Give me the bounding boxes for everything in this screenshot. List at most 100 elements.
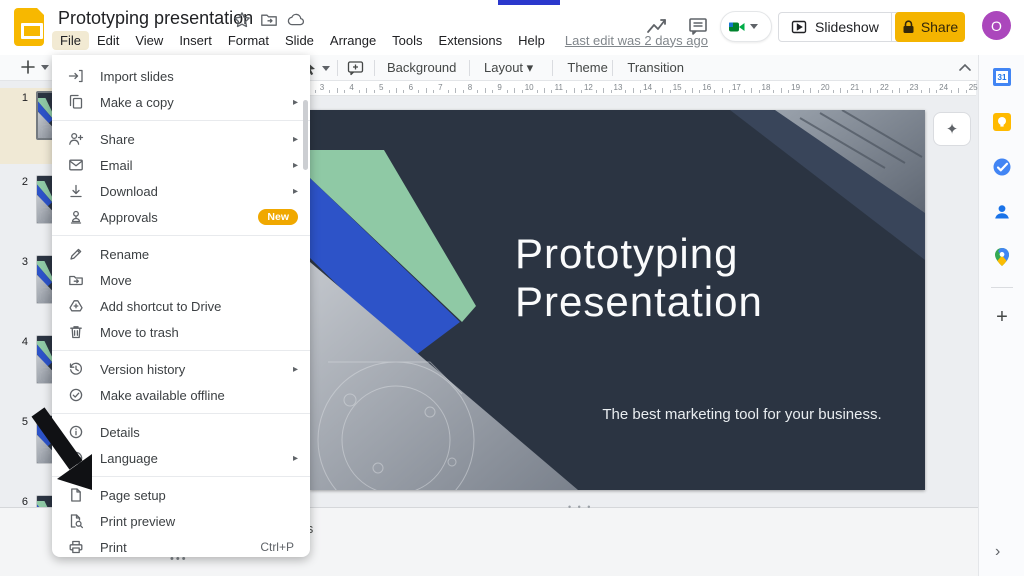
keep-panel-icon[interactable]	[992, 112, 1012, 132]
menu-item-make-available-offline[interactable]: Make available offline	[52, 382, 310, 408]
move-icon	[68, 272, 84, 288]
ruler-tick	[418, 90, 419, 93]
menu-item-rename[interactable]: Rename	[52, 241, 310, 267]
ruler-tick	[929, 88, 930, 93]
menu-item-download[interactable]: Download ▸	[52, 178, 310, 204]
menubar-item-edit[interactable]: Edit	[89, 31, 127, 50]
slide-number: 1	[14, 92, 28, 104]
toolbar-button-background[interactable]: Background	[381, 58, 462, 77]
ruler-tick	[966, 90, 967, 93]
offline-icon	[68, 387, 84, 403]
ruler-tick	[596, 90, 597, 93]
ruler-tick	[847, 90, 848, 93]
toolbar-button-layout[interactable]: Layout ▾	[478, 58, 539, 78]
menubar-item-insert[interactable]: Insert	[171, 31, 220, 50]
slide-canvas[interactable]: Prototyping Presentation The best market…	[310, 110, 925, 490]
menu-item-import-slides[interactable]: Import slides	[52, 63, 310, 89]
menu-item-approvals[interactable]: ApprovalsNew	[52, 204, 310, 230]
ruler-tick	[714, 90, 715, 93]
menubar-item-arrange[interactable]: Arrange	[322, 31, 384, 50]
get-addons-button[interactable]: +	[992, 307, 1012, 327]
toolbar-button-theme[interactable]: Theme	[561, 58, 613, 77]
menu-item-print[interactable]: PrintCtrl+P	[52, 534, 310, 557]
menu-item-label: Page setup	[100, 488, 166, 503]
ruler-number: 10	[525, 83, 534, 92]
ruler-tick	[810, 88, 811, 93]
menu-separator	[52, 120, 310, 121]
contacts-panel-icon[interactable]	[992, 202, 1012, 222]
sparkle-assist-button[interactable]: ✦	[933, 112, 971, 146]
meet-icon	[728, 18, 746, 36]
menu-item-move[interactable]: Move	[52, 267, 310, 293]
slideshow-play-icon	[791, 19, 807, 35]
ruler-number: 3	[320, 83, 324, 92]
import-slides-icon	[68, 68, 84, 84]
menubar-item-extensions[interactable]: Extensions	[431, 31, 511, 50]
new-badge: New	[258, 209, 298, 225]
slides-logo-icon[interactable]	[14, 8, 44, 46]
new-slide-caret-icon[interactable]	[41, 65, 49, 70]
slides-app-window: Prototyping presentation FileEditViewIns…	[0, 0, 1024, 576]
ruler-number: 22	[880, 83, 889, 92]
tasks-panel-icon[interactable]	[992, 157, 1012, 177]
menubar-item-view[interactable]: View	[127, 31, 171, 50]
activity-trend-icon[interactable]	[645, 14, 669, 38]
add-comment-icon[interactable]	[347, 60, 364, 76]
toolbar-button-transition[interactable]: Transition	[621, 58, 690, 77]
menu-item-label: Download	[100, 184, 158, 199]
cloud-status-icon[interactable]	[287, 11, 305, 29]
menu-item-make-a-copy[interactable]: Make a copy▸	[52, 89, 310, 115]
collapse-toolbar-icon[interactable]	[958, 62, 972, 74]
menubar-item-tools[interactable]: Tools	[384, 31, 430, 50]
menubar-item-format[interactable]: Format	[220, 31, 277, 50]
ruler-tick	[344, 90, 345, 93]
menubar-item-help[interactable]: Help	[510, 31, 553, 50]
ruler-tick	[862, 90, 863, 93]
comment-history-icon[interactable]	[687, 15, 709, 37]
toolbar-separator	[552, 60, 553, 76]
star-icon[interactable]	[233, 11, 251, 29]
ruler-number: 6	[409, 83, 413, 92]
menu-item-version-history[interactable]: Version history▸	[52, 356, 310, 382]
ruler-tick	[958, 88, 959, 93]
maps-panel-icon[interactable]	[992, 247, 1012, 267]
slide-number: 4	[14, 336, 28, 348]
menu-item-share[interactable]: Share▸	[52, 126, 310, 152]
meet-call-button[interactable]	[720, 11, 772, 42]
ruler-tick	[907, 90, 908, 93]
menu-item-label: Add shortcut to Drive	[100, 299, 221, 314]
submenu-arrow-icon: ▸	[293, 160, 298, 171]
svg-text:Prototyping: Prototyping	[515, 230, 738, 277]
ruler-tick	[833, 90, 834, 93]
move-folder-icon[interactable]	[260, 11, 278, 29]
account-avatar[interactable]: O	[982, 11, 1011, 40]
select-tool-caret-icon[interactable]	[322, 66, 330, 71]
calendar-panel-icon[interactable]: 31	[992, 67, 1012, 87]
document-title[interactable]: Prototyping presentation	[58, 8, 253, 29]
menu-item-print-preview[interactable]: Print preview	[52, 508, 310, 534]
ruler-tick	[788, 90, 789, 93]
menu-item-add-shortcut-to-drive[interactable]: Add shortcut to Drive	[52, 293, 310, 319]
ruler-tick	[840, 88, 841, 93]
ruler-tick	[477, 90, 478, 93]
menu-item-move-to-trash[interactable]: Move to trash	[52, 319, 310, 345]
submenu-arrow-icon: ▸	[293, 97, 298, 108]
history-icon	[68, 361, 84, 377]
ruler-tick	[537, 90, 538, 93]
ruler-tick	[951, 90, 952, 93]
download-icon	[68, 183, 84, 199]
ruler-tick	[781, 88, 782, 93]
trash-icon	[68, 324, 84, 340]
submenu-arrow-icon: ▸	[293, 453, 298, 464]
share-button[interactable]: Share	[895, 12, 965, 42]
new-slide-plus-icon[interactable]	[20, 59, 36, 75]
ruler-tick	[581, 90, 582, 93]
menubar-item-slide[interactable]: Slide	[277, 31, 322, 50]
submenu-arrow-icon: ▸	[293, 186, 298, 197]
menu-item-email[interactable]: Email▸	[52, 152, 310, 178]
ruler-number: 13	[614, 83, 623, 92]
hide-side-panel-icon[interactable]: ›	[995, 543, 1000, 561]
menubar-item-file[interactable]: File	[52, 31, 89, 50]
decoration-bar	[498, 0, 560, 5]
person-add-icon	[68, 131, 84, 147]
